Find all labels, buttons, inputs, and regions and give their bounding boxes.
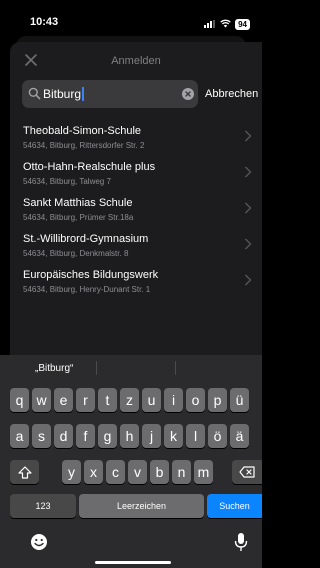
suggestion-divider — [96, 361, 97, 375]
keyboard: „Bitburg“ q w e r t z u i o p ü a s d f … — [0, 355, 262, 568]
chevron-right-icon — [244, 130, 252, 142]
suggestion-bar: „Bitburg“ — [0, 355, 262, 381]
chevron-right-icon — [244, 274, 252, 286]
space-key[interactable]: Leerzeichen — [79, 494, 204, 518]
key-ae[interactable]: ä — [230, 424, 249, 448]
key-c[interactable]: c — [106, 460, 125, 484]
shift-icon — [17, 465, 32, 479]
chevron-right-icon — [244, 238, 252, 250]
result-item[interactable]: St.-Willibrord-Gymnasium 54634, Bitburg,… — [10, 226, 262, 262]
cancel-button[interactable]: Abbrechen — [205, 88, 258, 100]
key-e[interactable]: e — [54, 388, 73, 412]
status-bar: 10:43 94 — [0, 0, 262, 40]
key-v[interactable]: v — [128, 460, 147, 484]
key-l[interactable]: l — [186, 424, 205, 448]
backspace-icon — [239, 466, 255, 478]
key-b[interactable]: b — [150, 460, 169, 484]
text-caret — [82, 87, 85, 101]
key-p[interactable]: p — [208, 388, 227, 412]
key-x[interactable]: x — [84, 460, 103, 484]
school-name: Theobald-Simon-Schule — [23, 125, 142, 137]
shift-key[interactable] — [10, 460, 39, 484]
school-address: 54634, Bitburg, Henry-Dunant Str. 1 — [23, 285, 151, 294]
key-s[interactable]: s — [32, 424, 51, 448]
signal-icon — [204, 20, 216, 28]
school-name: Europäisches Bildungswerk — [23, 269, 159, 281]
key-j[interactable]: j — [142, 424, 161, 448]
chevron-right-icon — [244, 202, 252, 214]
key-f[interactable]: f — [76, 424, 95, 448]
home-indicator[interactable] — [95, 561, 171, 564]
result-item[interactable]: Sankt Matthias Schule 54634, Bitburg, Pr… — [10, 190, 262, 226]
key-u[interactable]: u — [142, 388, 161, 412]
status-icons: 94 — [204, 15, 250, 33]
search-query: Bitburg — [43, 87, 82, 101]
numbers-key[interactable]: 123 — [10, 494, 76, 518]
school-address: 54634, Bitburg, Talweg 7 — [23, 177, 111, 186]
suggestion-item[interactable]: „Bitburg“ — [35, 363, 73, 374]
key-q[interactable]: q — [10, 388, 29, 412]
key-t[interactable]: t — [98, 388, 117, 412]
key-w[interactable]: w — [32, 388, 51, 412]
key-d[interactable]: d — [54, 424, 73, 448]
microphone-icon[interactable] — [234, 532, 248, 552]
key-m[interactable]: m — [194, 460, 213, 484]
school-address: 54634, Bitburg, Prümer Str.18a — [23, 213, 134, 222]
status-time: 10:43 — [30, 16, 59, 28]
key-y[interactable]: y — [62, 460, 81, 484]
key-oe[interactable]: ö — [208, 424, 227, 448]
suggestion-divider — [175, 361, 176, 375]
key-r[interactable]: r — [76, 388, 95, 412]
school-name: Sankt Matthias Schule — [23, 197, 133, 209]
results-list: Theobald-Simon-Schule 54634, Bitburg, Ri… — [10, 118, 262, 298]
clear-search-icon[interactable] — [182, 88, 194, 100]
school-address: 54634, Bitburg, Denkmalstr. 8 — [23, 249, 129, 258]
battery-level: 94 — [235, 18, 250, 30]
key-i[interactable]: i — [164, 388, 183, 412]
school-name: St.-Willibrord-Gymnasium — [23, 233, 149, 245]
result-item[interactable]: Theobald-Simon-Schule 54634, Bitburg, Ri… — [10, 118, 262, 154]
key-h[interactable]: h — [120, 424, 139, 448]
emoji-icon[interactable] — [29, 532, 49, 552]
search-field[interactable]: Bitburg — [22, 80, 198, 108]
key-a[interactable]: a — [10, 424, 29, 448]
key-n[interactable]: n — [172, 460, 191, 484]
wifi-icon — [220, 15, 231, 33]
key-g[interactable]: g — [98, 424, 117, 448]
backspace-key[interactable] — [232, 460, 262, 484]
key-o[interactable]: o — [186, 388, 205, 412]
search-input[interactable]: Bitburg — [43, 87, 85, 101]
search-icon — [28, 87, 41, 100]
key-ue[interactable]: ü — [230, 388, 249, 412]
school-address: 54634, Bitburg, Rittersdorfer Str. 2 — [23, 141, 145, 150]
key-z[interactable]: z — [120, 388, 139, 412]
chevron-right-icon — [244, 166, 252, 178]
key-k[interactable]: k — [164, 424, 183, 448]
sheet-title: Anmelden — [111, 55, 161, 67]
result-item[interactable]: Otto-Hahn-Realschule plus 54634, Bitburg… — [10, 154, 262, 190]
result-item[interactable]: Europäisches Bildungswerk 54634, Bitburg… — [10, 262, 262, 298]
school-name: Otto-Hahn-Realschule plus — [23, 161, 156, 173]
search-return-key[interactable]: Suchen — [207, 494, 262, 518]
sheet-header: Anmelden — [10, 42, 262, 78]
